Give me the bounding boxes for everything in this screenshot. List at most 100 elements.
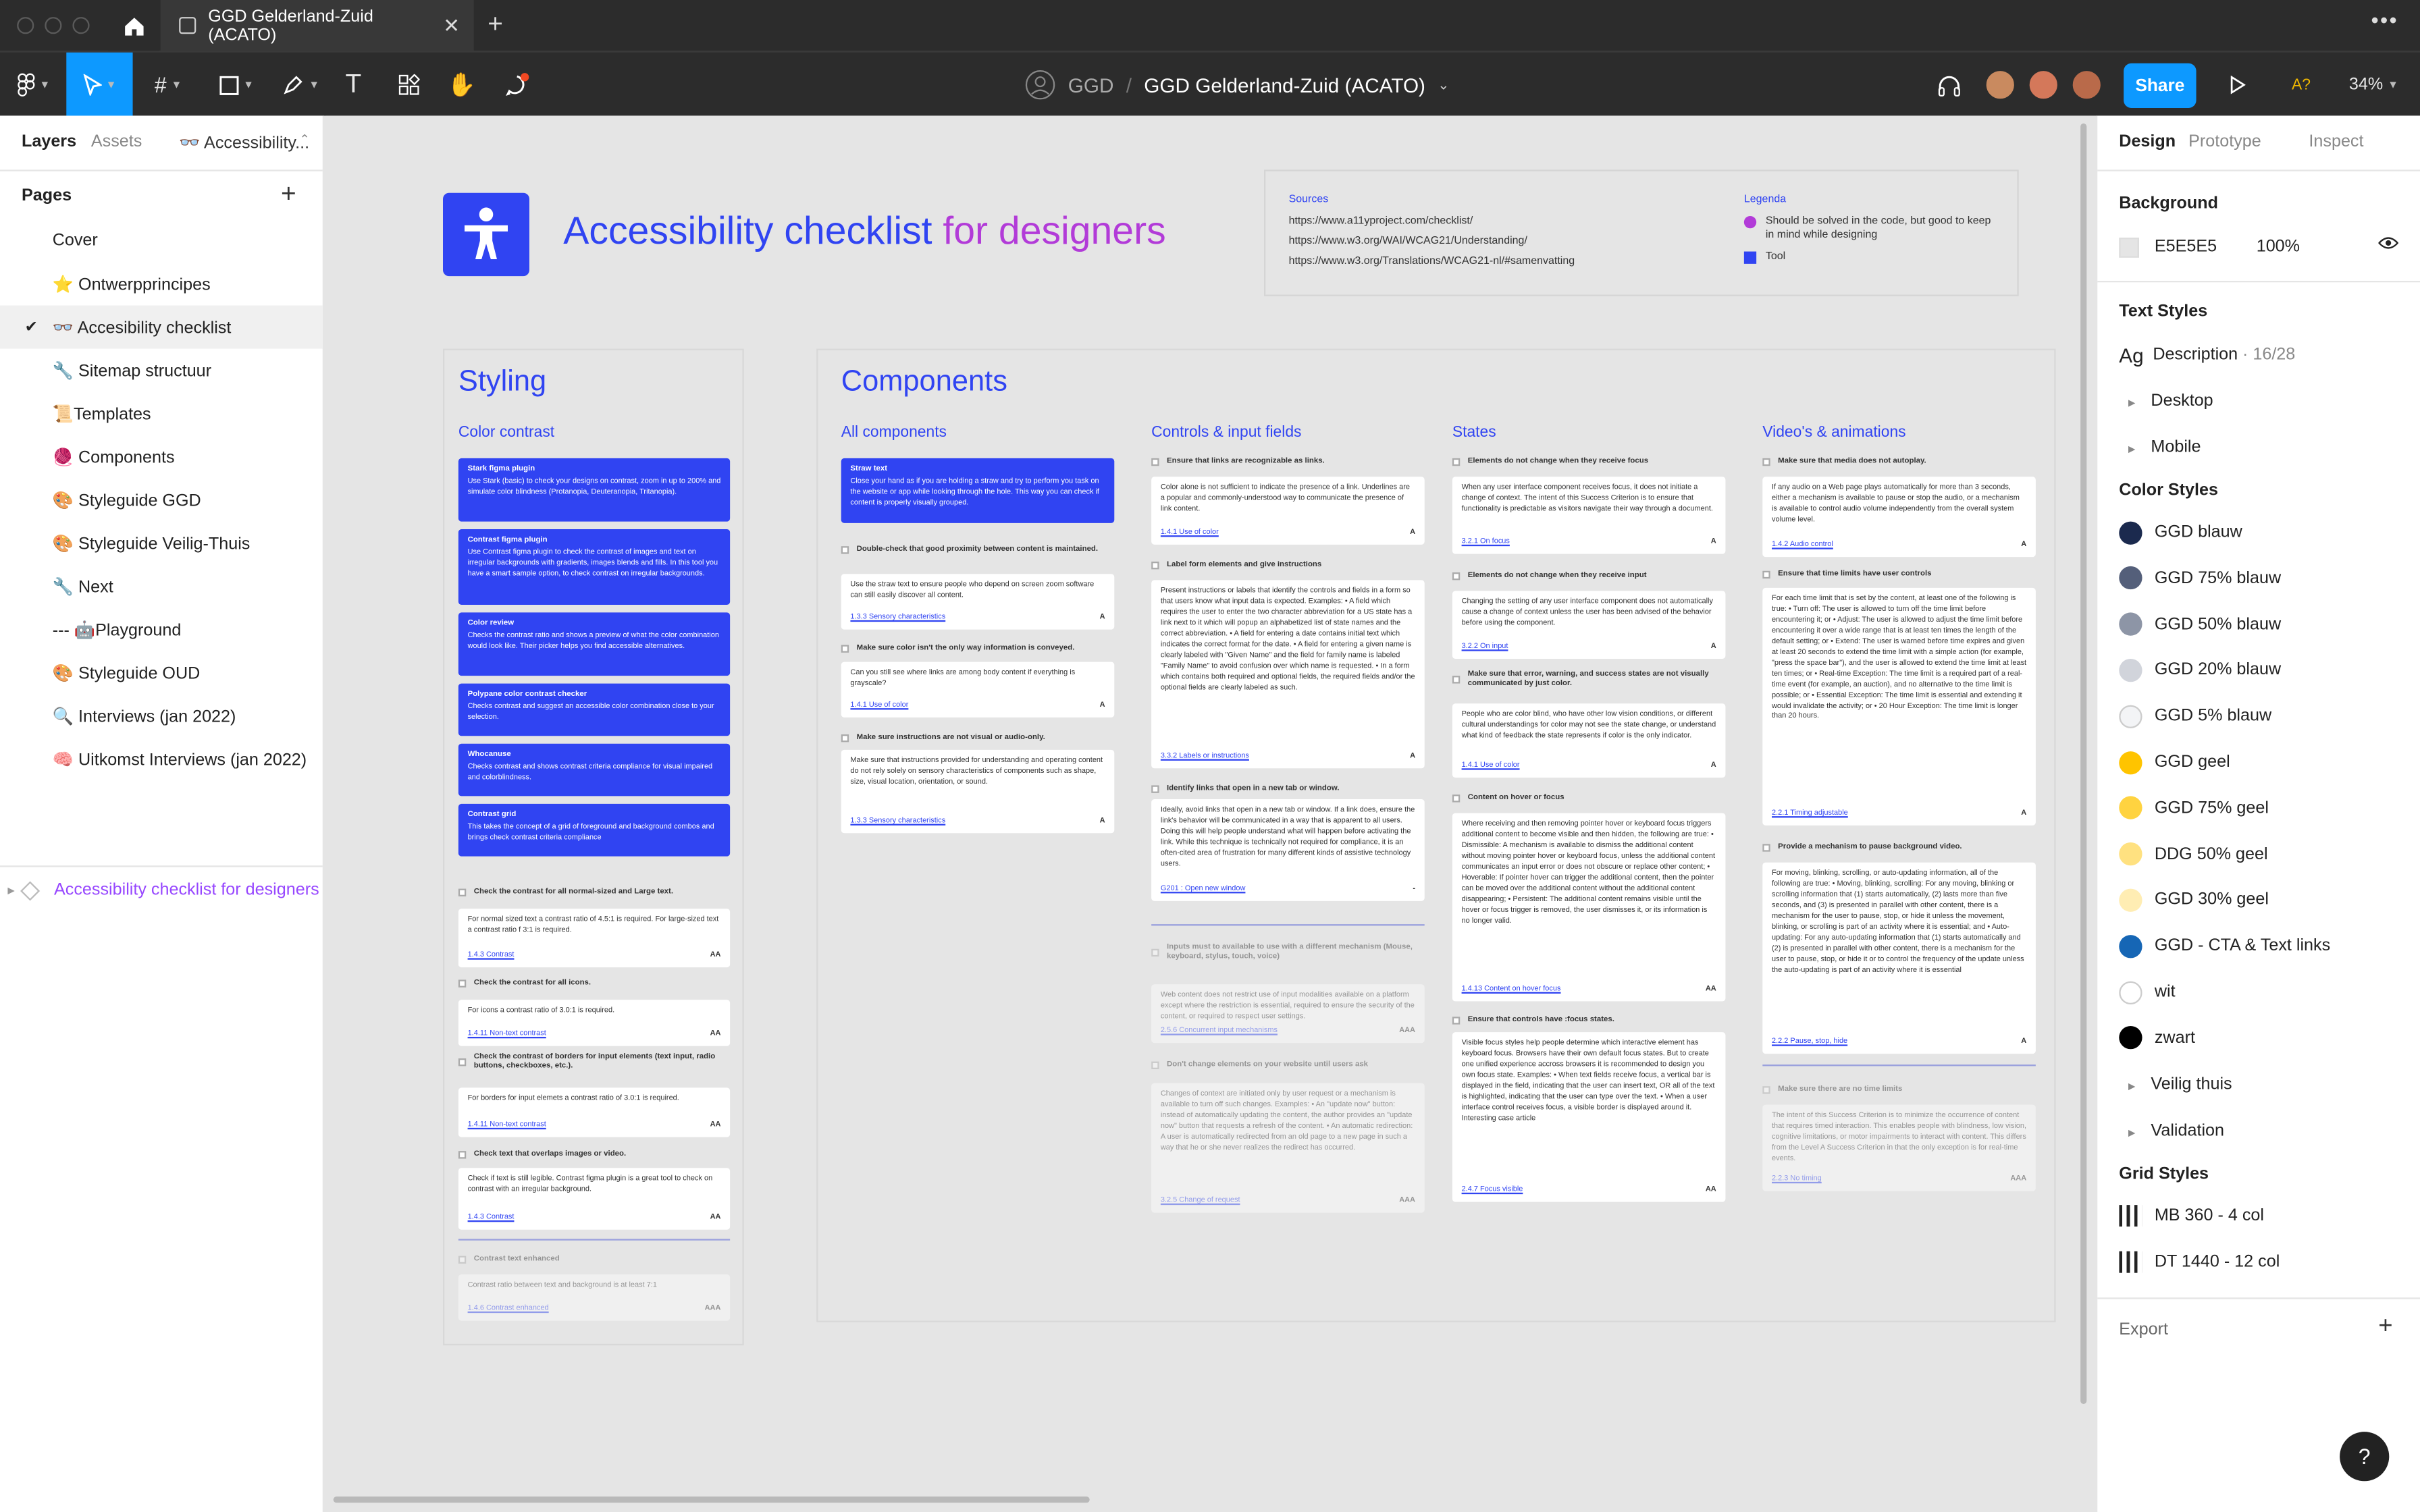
source-link[interactable]: https://www.w3.org/WAI/WCAG21/Understand… [1289, 236, 1527, 247]
file-tab[interactable]: GGD Gelderland-Zuid (ACATO) ✕ [160, 0, 474, 51]
avatar[interactable] [1984, 69, 2016, 101]
color-style-row[interactable]: GGD 75% blauw [2119, 563, 2281, 594]
checklist-item[interactable]: Check text that overlaps images or video… [458, 1148, 730, 1160]
checkbox[interactable] [1762, 843, 1770, 851]
checklist-item[interactable]: Content on hover or focus [1452, 792, 1726, 804]
checkbox[interactable] [1762, 457, 1770, 466]
checkbox[interactable] [1151, 948, 1159, 956]
tab-design[interactable]: Design [2119, 133, 2176, 151]
wcag-link[interactable]: 2.2.1 Timing adjustable [1772, 810, 1848, 817]
grid-style-row[interactable]: DT 1440 - 12 col [2119, 1247, 2280, 1278]
wcag-link[interactable]: 3.2.2 On input [1462, 643, 1508, 651]
wcag-link[interactable]: 3.2.1 On focus [1462, 539, 1510, 546]
checkbox[interactable] [1762, 1085, 1770, 1094]
wcag-link[interactable]: 2.2.3 No timing [1772, 1176, 1822, 1183]
wcag-link[interactable]: 1.3.3 Sensory characteristics [850, 817, 945, 825]
page-item[interactable]: ⭐ Ontwerpprincipes [0, 263, 323, 306]
checkbox[interactable] [1452, 675, 1461, 683]
page-item[interactable]: 📜Templates [0, 392, 323, 435]
checklist-item[interactable]: Provide a mechanism to pause background … [1762, 841, 2036, 853]
page-item[interactable]: 🔧 Sitemap structuur [0, 349, 323, 392]
page-item[interactable]: 🧠 Uitkomst Interviews (jan 2022) [0, 738, 323, 781]
checkbox[interactable] [458, 979, 467, 987]
checklist-item[interactable]: Ensure that controls have :focus states. [1452, 1014, 1726, 1026]
checklist-item[interactable]: Make sure there are no time limits [1762, 1083, 2036, 1096]
checklist-item[interactable]: Make sure that media does not autoplay. [1762, 455, 2036, 467]
source-link[interactable]: https://www.w3.org/Translations/WCAG21-n… [1289, 256, 1575, 267]
color-style-row[interactable]: wit [2119, 977, 2176, 1008]
minimize-window-button[interactable] [45, 17, 62, 34]
checklist-item[interactable]: Make sure instructions are not visual or… [841, 731, 1115, 743]
close-window-button[interactable] [17, 17, 34, 34]
checkbox[interactable] [1452, 457, 1461, 466]
checkbox[interactable] [458, 1057, 467, 1066]
checkbox[interactable] [841, 644, 849, 652]
tab-assets[interactable]: Assets [91, 133, 142, 151]
text-style-group-mobile[interactable]: ▶ Mobile [2128, 438, 2201, 456]
background-opacity[interactable]: 100% [2257, 238, 2300, 256]
home-icon[interactable] [108, 0, 159, 51]
text-style-group-desktop[interactable]: ▶ Desktop [2128, 392, 2213, 410]
share-button[interactable]: Share [2124, 63, 2197, 108]
color-style-row[interactable]: GGD geel [2119, 747, 2230, 778]
eye-icon[interactable] [2377, 236, 2399, 254]
checkbox[interactable] [1151, 1060, 1159, 1069]
checklist-item[interactable]: Check the contrast of borders for input … [458, 1052, 730, 1071]
wcag-link[interactable]: 2.4.7 Focus visible [1462, 1187, 1523, 1194]
checklist-item[interactable]: Don't change elements on your website un… [1151, 1058, 1425, 1071]
chevron-down-icon[interactable]: ⌄ [1438, 76, 1449, 93]
checkbox[interactable] [458, 1150, 467, 1158]
file-name[interactable]: GGD Gelderland-Zuid (ACATO) [1144, 74, 1425, 97]
checkbox[interactable] [1452, 571, 1461, 580]
tab-layers[interactable]: Layers [22, 133, 76, 151]
checkbox[interactable] [1452, 794, 1461, 802]
horizontal-scrollbar[interactable] [333, 1496, 1090, 1503]
expand-caret-icon[interactable]: ▶ [7, 885, 15, 896]
checkbox[interactable] [1151, 457, 1159, 466]
checklist-item[interactable]: Make sure that error, warning, and succe… [1452, 670, 1726, 688]
main-menu-button[interactable]: ▼ [0, 53, 66, 117]
comment-tool-icon[interactable] [497, 53, 537, 117]
grid-style-row[interactable]: MB 360 - 4 col [2119, 1200, 2264, 1231]
vertical-scrollbar[interactable] [2080, 123, 2087, 1404]
source-link[interactable]: https://www.a11yproject.com/checklist/ [1289, 216, 1473, 227]
wcag-link[interactable]: 1.4.13 Content on hover focus [1462, 986, 1561, 994]
checklist-item[interactable]: Elements do not change when they receive… [1452, 569, 1726, 581]
add-page-icon[interactable]: + [281, 179, 296, 210]
present-icon[interactable] [2219, 53, 2257, 117]
color-style-row[interactable]: GGD blauw [2119, 517, 2242, 548]
pen-tool-button[interactable]: ▼ [269, 53, 334, 117]
checklist-item[interactable]: Ensure that links are recognizable as li… [1151, 455, 1425, 467]
page-item[interactable]: Cover [0, 219, 323, 263]
checklist-item[interactable]: Inputs must to available to use with a d… [1151, 943, 1425, 961]
avatar[interactable] [2071, 69, 2103, 101]
wcag-link[interactable]: 1.4.2 Audio control [1772, 541, 1833, 549]
checklist-item[interactable]: Identify links that open in a new tab or… [1151, 782, 1425, 794]
chevron-up-icon[interactable]: ⌃ [299, 133, 309, 147]
checklist-item[interactable]: Label form elements and give instruction… [1151, 558, 1425, 570]
checklist-item[interactable]: Contrast text enhanced [458, 1253, 730, 1265]
wcag-link[interactable]: G201 : Open new window [1161, 886, 1246, 893]
page-item[interactable]: --- 🤖Playground [0, 608, 323, 651]
new-tab-icon[interactable]: + [488, 9, 503, 40]
move-tool-button[interactable]: ▼ [66, 52, 133, 117]
color-style-row[interactable]: GGD 20% blauw [2119, 655, 2281, 686]
close-tab-icon[interactable]: ✕ [443, 13, 460, 38]
color-style-row[interactable]: GGD 50% blauw [2119, 609, 2281, 640]
layer-row[interactable]: ▶ Accessibility checklist for designers [0, 871, 323, 909]
page-item[interactable]: 🎨 Styleguide GGD [0, 479, 323, 522]
resources-tool-button[interactable] [389, 53, 429, 117]
avatar[interactable] [2028, 69, 2059, 101]
checkbox[interactable] [841, 733, 849, 742]
wcag-link[interactable]: 1.4.3 Contrast [468, 952, 515, 959]
checkbox[interactable] [1762, 570, 1770, 578]
color-style-row[interactable]: GGD 5% blauw [2119, 701, 2271, 732]
wcag-link[interactable]: 1.4.6 Contrast enhanced [468, 1305, 549, 1313]
text-tool-button[interactable]: T [334, 53, 373, 117]
checkbox[interactable] [458, 888, 467, 896]
wcag-link[interactable]: 2.2.2 Pause, stop, hide [1772, 1038, 1847, 1046]
checkbox[interactable] [1452, 1016, 1461, 1024]
checklist-item[interactable]: Double-check that good proximity between… [841, 543, 1115, 556]
accessibility-plugin-badge[interactable]: A? [2281, 53, 2321, 117]
help-button[interactable]: ? [2340, 1432, 2390, 1482]
